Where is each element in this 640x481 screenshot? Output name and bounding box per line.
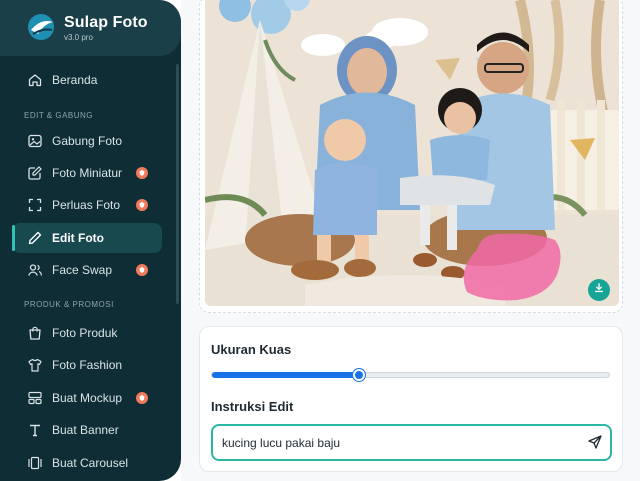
sidebar-item-label: Foto Miniatur bbox=[52, 166, 123, 180]
sidebar-item-gabung-foto[interactable]: Gabung Foto bbox=[12, 126, 162, 156]
slider-fill bbox=[212, 372, 359, 378]
expand-icon bbox=[27, 197, 43, 213]
sidebar-item-face-swap[interactable]: Face Swap bbox=[12, 255, 162, 285]
premium-badge-icon bbox=[136, 167, 148, 179]
carousel-icon bbox=[27, 455, 43, 471]
instruction-field[interactable] bbox=[211, 424, 612, 461]
home-icon bbox=[27, 72, 43, 88]
sidebar-item-label: Buat Mockup bbox=[52, 391, 123, 405]
sidebar-item-label: Foto Produk bbox=[52, 326, 118, 340]
brand-header[interactable]: Sulap Foto v3.0 pro bbox=[0, 0, 181, 56]
premium-badge-icon bbox=[136, 392, 148, 404]
sidebar-scrollbar[interactable] bbox=[176, 64, 179, 304]
section-title-edit: EDIT & GABUNG bbox=[24, 111, 94, 120]
sidebar-item-label: Buat Banner bbox=[52, 423, 119, 437]
shirt-icon bbox=[27, 357, 43, 373]
sidebar-item-buat-mockup[interactable]: Buat Mockup bbox=[12, 383, 162, 413]
download-button[interactable] bbox=[588, 279, 610, 301]
instruction-label: Instruksi Edit bbox=[211, 399, 294, 414]
sidebar-item-label: Gabung Foto bbox=[52, 134, 123, 148]
sidebar-item-label: Buat Carousel bbox=[52, 456, 129, 470]
sidebar-item-beranda[interactable]: Beranda bbox=[12, 65, 162, 95]
slider-thumb[interactable] bbox=[352, 369, 365, 381]
premium-badge-icon bbox=[136, 199, 148, 211]
brush-size-label: Ukuran Kuas bbox=[211, 342, 292, 357]
pencil-icon bbox=[27, 230, 43, 246]
main-content: Ukuran Kuas Instruksi Edit bbox=[181, 0, 640, 481]
sidebar-item-label: Edit Foto bbox=[52, 231, 104, 245]
sidebar-item-foto-produk[interactable]: Foto Produk bbox=[12, 318, 162, 348]
edit-square-icon bbox=[27, 165, 43, 181]
premium-badge-icon bbox=[136, 264, 148, 276]
shopping-bag-icon bbox=[27, 325, 43, 341]
sidebar: Sulap Foto v3.0 pro Beranda EDIT & GABUN… bbox=[0, 0, 181, 481]
app-title: Sulap Foto bbox=[64, 14, 148, 31]
section-title-produk: PRODUK & PROMOSI bbox=[24, 300, 114, 309]
image-icon bbox=[27, 133, 43, 149]
download-icon bbox=[593, 281, 605, 299]
instruction-input[interactable] bbox=[222, 434, 572, 452]
sidebar-item-foto-fashion[interactable]: Foto Fashion bbox=[12, 350, 162, 380]
send-icon[interactable] bbox=[587, 434, 605, 452]
sidebar-item-label: Perluas Foto bbox=[52, 198, 121, 212]
sidebar-item-edit-foto[interactable]: Edit Foto bbox=[12, 223, 162, 253]
layout-icon bbox=[27, 390, 43, 406]
app-version: v3.0 pro bbox=[64, 33, 93, 42]
sidebar-item-perluas-foto[interactable]: Perluas Foto bbox=[12, 190, 162, 220]
brush-size-slider[interactable] bbox=[211, 369, 610, 381]
text-icon bbox=[27, 422, 43, 438]
sidebar-item-foto-miniatur[interactable]: Foto Miniatur bbox=[12, 158, 162, 188]
sidebar-item-label: Beranda bbox=[52, 73, 98, 87]
editable-photo[interactable] bbox=[205, 0, 619, 306]
sidebar-item-label: Foto Fashion bbox=[52, 358, 123, 372]
sidebar-item-label: Face Swap bbox=[52, 263, 113, 277]
sidebar-item-buat-carousel[interactable]: Buat Carousel bbox=[12, 448, 162, 478]
sidebar-item-buat-banner[interactable]: Buat Banner bbox=[12, 415, 162, 445]
users-icon bbox=[27, 262, 43, 278]
logo-icon bbox=[26, 12, 56, 42]
edit-controls-panel: Ukuran Kuas Instruksi Edit bbox=[199, 326, 623, 472]
